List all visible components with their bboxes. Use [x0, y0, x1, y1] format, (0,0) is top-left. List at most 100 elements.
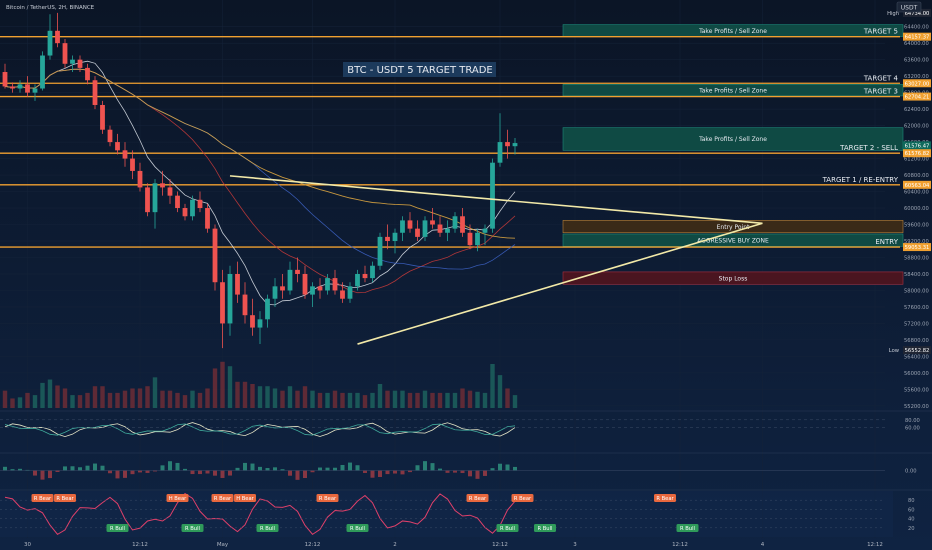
volume-bar	[235, 381, 240, 408]
candle-body	[77, 59, 83, 68]
candle-body	[347, 286, 353, 299]
histogram-bar	[348, 462, 352, 471]
signal-label: R Bear	[656, 496, 674, 502]
price-tick-label: 59600.00	[904, 223, 929, 229]
histogram-bar	[363, 470, 367, 473]
candle-body	[160, 183, 165, 188]
candle-body	[257, 319, 263, 328]
candle-body	[392, 232, 398, 242]
histogram-bar	[168, 461, 172, 471]
histogram-bar	[265, 468, 270, 471]
volume-bar	[167, 390, 173, 408]
histogram-bar	[370, 470, 375, 478]
candle-body	[250, 315, 255, 328]
histogram-bar	[228, 470, 232, 476]
histogram-bar	[145, 470, 150, 473]
candle-body	[32, 88, 38, 93]
signal-label: R Bull	[185, 526, 200, 532]
candle-body	[467, 232, 473, 246]
candle-body	[235, 273, 240, 295]
price-tick-label: 64400.00	[904, 25, 929, 31]
volume-bar	[17, 397, 23, 408]
price-badge-value: 59053.31	[905, 245, 930, 251]
candle-body	[92, 80, 98, 105]
signal-label: R Bull	[260, 526, 275, 532]
candle-body	[145, 187, 150, 213]
volume-bar	[77, 395, 83, 408]
volume-bar	[250, 384, 255, 408]
histogram-bar	[3, 466, 7, 471]
candle-body	[280, 286, 285, 291]
candle-body	[220, 282, 225, 324]
histogram-bar	[130, 470, 135, 475]
candle-body	[40, 55, 45, 89]
volume-bar	[310, 390, 315, 408]
time-tick-label: 12:12	[867, 542, 883, 548]
signal-label: R Bear	[56, 496, 74, 502]
candle-body	[422, 220, 428, 237]
price-tick-label: 56800.00	[904, 338, 929, 344]
candle-body	[295, 269, 300, 274]
price-badge-value: 60563.04	[905, 183, 930, 189]
histogram-bar	[78, 467, 82, 471]
candle-body	[85, 67, 90, 81]
level-label: ENTRY	[875, 238, 898, 246]
level-label: TARGET 4	[863, 74, 899, 82]
signal-label: R Bull	[500, 526, 515, 532]
candle-body	[107, 129, 113, 143]
histogram-bar	[198, 470, 202, 475]
histogram-bar	[400, 470, 405, 475]
candle-body	[400, 220, 405, 233]
histogram-bar	[190, 470, 195, 475]
volume-bar	[272, 388, 278, 408]
price-tick-label: 62400.00	[904, 107, 929, 113]
volume-bar	[460, 388, 465, 408]
price-tick-label: 56400.00	[904, 354, 929, 360]
zone-label: AGGRESSIVE BUY ZONE	[697, 237, 769, 244]
volume-bar	[347, 392, 353, 408]
candle-body	[415, 228, 420, 237]
volume-bar	[55, 385, 60, 408]
volume-bar	[122, 390, 128, 408]
currency-badge[interactable]: USDT	[901, 5, 918, 12]
price-tick-label: 60400.00	[904, 190, 929, 196]
pane-3-tick: 80	[908, 498, 915, 504]
volume-bar	[190, 390, 195, 408]
candle-body	[115, 142, 120, 151]
histogram-bar	[70, 466, 75, 471]
zone-label: Stop Loss	[719, 275, 748, 282]
candle-body	[310, 286, 315, 295]
candle-body	[167, 187, 173, 196]
candle-body	[370, 265, 375, 279]
volume-bar	[452, 392, 458, 408]
volume-bar	[415, 392, 420, 408]
pane-3-tick: 40	[908, 517, 915, 523]
signal-label: R Bear	[34, 496, 52, 502]
price-tick-label: 63200.00	[904, 74, 929, 80]
volume-bar	[212, 368, 218, 408]
price-badge-value: 56552.82	[905, 348, 930, 354]
volume-bar	[475, 391, 480, 408]
histogram-bar	[85, 465, 90, 471]
histogram-bar	[340, 464, 345, 471]
signal-label: R Bear	[514, 496, 532, 502]
level-label: TARGET 5	[863, 28, 898, 36]
price-badge-value: 63027.00	[905, 81, 930, 87]
histogram-bar	[483, 470, 487, 476]
volume-bar	[115, 392, 120, 408]
volume-bar	[325, 392, 330, 408]
time-tick-label: 3	[573, 542, 577, 548]
volume-bar	[497, 375, 503, 408]
time-tick-label: May	[217, 542, 229, 548]
histogram-bar	[385, 470, 390, 475]
price-chart[interactable]: Take Profits / Sell Zone Take Profits / S…	[0, 0, 932, 550]
zone-label: Entry Point	[717, 224, 750, 231]
volume-bar	[280, 390, 285, 408]
price-badge-label: Low	[889, 348, 900, 354]
histogram-bar	[378, 470, 382, 477]
histogram-bar	[123, 470, 127, 478]
volume-bar	[482, 392, 488, 408]
candle-body	[512, 143, 518, 147]
volume-bar	[490, 364, 495, 408]
price-tick-label: 57600.00	[904, 305, 929, 311]
